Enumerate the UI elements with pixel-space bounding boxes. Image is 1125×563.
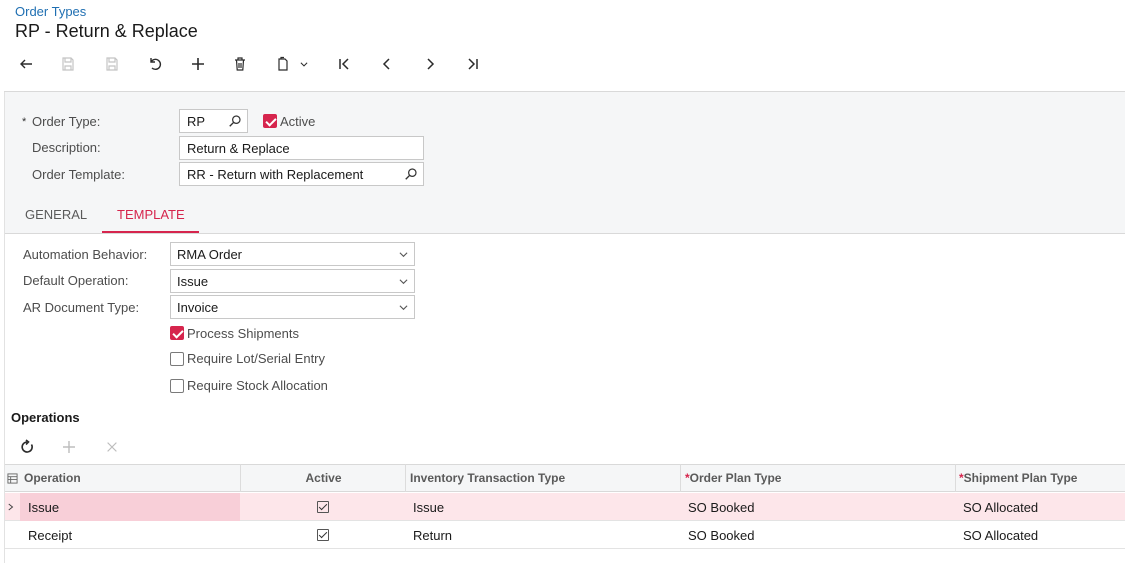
back-icon[interactable] bbox=[13, 52, 39, 76]
active-checkbox[interactable] bbox=[317, 529, 329, 541]
cell-inventory-transaction-type[interactable]: Issue bbox=[413, 493, 444, 521]
order-type-value: RP bbox=[187, 113, 206, 129]
ar-document-type-value: Invoice bbox=[177, 299, 219, 315]
order-template-field[interactable]: RR - Return with Replacement bbox=[179, 162, 424, 186]
automation-behavior-label: Automation Behavior: bbox=[23, 247, 148, 262]
col-order-plan-type-label: Order Plan Type bbox=[689, 471, 782, 485]
process-shipments-checkbox[interactable] bbox=[170, 326, 184, 340]
col-operation[interactable]: Operation bbox=[24, 464, 81, 492]
search-icon[interactable] bbox=[228, 114, 242, 128]
require-lot-serial-label: Require Lot/Serial Entry bbox=[187, 351, 326, 366]
first-icon[interactable] bbox=[331, 52, 357, 76]
previous-icon[interactable] bbox=[374, 52, 400, 76]
tab-general[interactable]: GENERAL bbox=[25, 207, 87, 222]
undo-icon[interactable] bbox=[142, 52, 168, 76]
automation-behavior-value: RMA Order bbox=[177, 246, 243, 262]
description-label: Description: bbox=[32, 140, 101, 155]
active-checkbox[interactable] bbox=[317, 501, 329, 513]
tab-divider bbox=[5, 233, 1125, 234]
tab-template[interactable]: TEMPLATE bbox=[117, 207, 185, 222]
description-field[interactable]: Return & Replace bbox=[179, 136, 424, 160]
cell-shipment-plan-type[interactable]: SO Allocated bbox=[963, 521, 1038, 549]
copy-paste-icon[interactable] bbox=[270, 52, 296, 76]
operations-title: Operations bbox=[11, 410, 80, 425]
chevron-down-icon bbox=[399, 279, 408, 285]
column-settings-icon[interactable] bbox=[7, 464, 21, 492]
table-row[interactable] bbox=[5, 521, 1125, 549]
description-value: Return & Replace bbox=[187, 140, 290, 156]
cell-operation[interactable]: Issue bbox=[28, 493, 59, 521]
delete-row-icon[interactable] bbox=[101, 436, 123, 458]
active-tab-indicator bbox=[102, 231, 199, 233]
ar-document-type-label: AR Document Type: bbox=[23, 300, 140, 315]
column-divider bbox=[680, 464, 681, 492]
active-label: Active bbox=[280, 114, 316, 129]
column-divider bbox=[955, 464, 956, 492]
active-checkbox[interactable] bbox=[263, 114, 277, 128]
copy-paste-dropdown-icon[interactable] bbox=[294, 52, 314, 76]
row-indicator-icon bbox=[8, 493, 14, 521]
default-operation-label: Default Operation: bbox=[23, 273, 129, 288]
save-close-icon[interactable] bbox=[55, 52, 81, 76]
page-title: RP - Return & Replace bbox=[15, 21, 198, 41]
table-row[interactable] bbox=[5, 493, 1125, 521]
chevron-down-icon bbox=[399, 305, 408, 311]
add-row-icon[interactable] bbox=[58, 436, 80, 458]
order-type-label: Order Type: bbox=[32, 114, 101, 129]
require-stock-allocation-checkbox[interactable] bbox=[170, 379, 184, 393]
search-icon[interactable] bbox=[404, 167, 418, 181]
breadcrumb[interactable]: Order Types bbox=[15, 4, 86, 19]
cell-inventory-transaction-type[interactable]: Return bbox=[413, 521, 452, 549]
col-shipment-plan-type-label: Shipment Plan Type bbox=[963, 471, 1078, 485]
cell-order-plan-type[interactable]: SO Booked bbox=[688, 521, 755, 549]
order-template-label: Order Template: bbox=[32, 167, 125, 182]
refresh-icon[interactable] bbox=[16, 436, 38, 458]
col-active[interactable]: Active bbox=[241, 464, 406, 492]
require-stock-allocation-label: Require Stock Allocation bbox=[187, 378, 328, 393]
col-order-plan-type[interactable]: * Order Plan Type bbox=[685, 464, 781, 492]
default-operation-select[interactable]: Issue bbox=[170, 269, 415, 293]
column-divider bbox=[405, 464, 406, 492]
order-type-field[interactable]: RP bbox=[179, 109, 248, 133]
default-operation-value: Issue bbox=[177, 273, 209, 289]
col-shipment-plan-type[interactable]: * Shipment Plan Type bbox=[959, 464, 1077, 492]
add-icon[interactable] bbox=[185, 52, 211, 76]
save-icon[interactable] bbox=[99, 52, 125, 76]
chevron-down-icon bbox=[399, 252, 408, 258]
order-template-value: RR - Return with Replacement bbox=[187, 166, 364, 182]
required-mark: * bbox=[22, 116, 27, 128]
last-icon[interactable] bbox=[460, 52, 486, 76]
cell-operation[interactable]: Receipt bbox=[28, 521, 72, 549]
col-inventory-transaction-type[interactable]: Inventory Transaction Type bbox=[410, 464, 565, 492]
cell-order-plan-type[interactable]: SO Booked bbox=[688, 493, 755, 521]
cell-shipment-plan-type[interactable]: SO Allocated bbox=[963, 493, 1038, 521]
require-lot-serial-checkbox[interactable] bbox=[170, 352, 184, 366]
delete-icon[interactable] bbox=[227, 52, 253, 76]
process-shipments-label: Process Shipments bbox=[187, 326, 299, 341]
automation-behavior-select[interactable]: RMA Order bbox=[170, 242, 415, 266]
ar-document-type-select[interactable]: Invoice bbox=[170, 295, 415, 319]
next-icon[interactable] bbox=[417, 52, 443, 76]
